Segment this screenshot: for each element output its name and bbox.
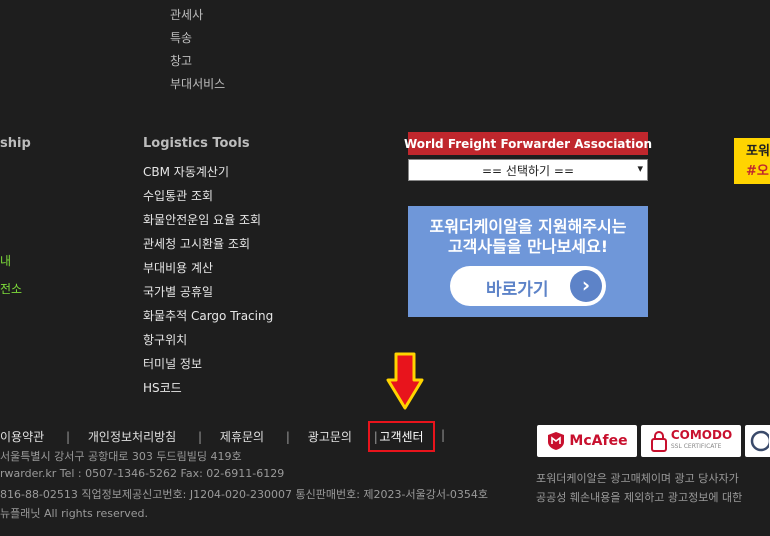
top-link-warehouse[interactable]: 창고 [170, 52, 192, 69]
tool-link-import-clearance[interactable]: 수입통관 조회 [143, 187, 213, 204]
disclaimer-line-2: 공공성 훼손내용을 제외하고 광고정보에 대한 [536, 491, 743, 504]
tool-link-exchange-rate[interactable]: 관세청 고시환율 조회 [143, 235, 250, 252]
footer-separator: | [441, 428, 445, 442]
mcafee-badge[interactable]: McAfee [537, 425, 637, 457]
comodo-badge[interactable]: COMODO SSL CERTIFICATE [641, 425, 741, 457]
logistics-tools-heading: Logistics Tools [143, 136, 250, 151]
footer-separator-glyph: | [441, 428, 446, 442]
tool-link-cargo-tracing[interactable]: 화물추적 Cargo Tracing [143, 307, 273, 324]
partial-column-heading: ship [0, 136, 31, 151]
lock-icon [650, 431, 667, 452]
mcafee-label: McAfee [569, 433, 628, 449]
copyright: 뉴플래닛 All rights reserved. [0, 507, 149, 520]
banner-go-button[interactable]: 바로가기 › [450, 266, 606, 306]
top-link-express[interactable]: 특송 [170, 29, 192, 46]
footer-link-terms[interactable]: 이용약관 [0, 430, 44, 444]
banner-go-label: 바로가기 [486, 280, 549, 300]
mcafee-shield-icon [548, 432, 565, 450]
sponsor-banner[interactable]: 포워더케이알을 지원해주시는 고객사들을 만나보세요! 바로가기 › [408, 206, 648, 317]
partial-link-guide[interactable]: 내 [0, 252, 11, 269]
company-contact: rwarder.kr Tel : 0507-1346-5262 Fax: 02-… [0, 467, 285, 480]
association-select-value: == 선택하기 == [481, 163, 574, 178]
company-address: 서울특별시 강서구 공항대로 303 두드림빌딩 419호 [0, 450, 242, 463]
footer-separator: | [198, 430, 203, 444]
arrow-down-icon [386, 352, 424, 410]
footer-separator: | [285, 430, 290, 444]
association-title: World Freight Forwarder Association [404, 132, 652, 155]
top-link-customs-broker[interactable]: 관세사 [170, 6, 203, 23]
footer-separator: | [66, 430, 71, 444]
tool-link-cbm-calculator[interactable]: CBM 자동계산기 [143, 163, 229, 180]
footer-link-partnership[interactable]: 제휴문의 [220, 430, 264, 444]
tool-link-hs-code[interactable]: HS코드 [143, 379, 182, 396]
chevron-right-icon: › [570, 270, 602, 302]
footer-nav: 이용약관 | 개인정보처리방침 | 제휴문의 | 광고문의 | [0, 428, 378, 445]
top-link-extra-services[interactable]: 부대서비스 [170, 75, 225, 92]
comodo-label: COMODO [670, 428, 733, 442]
footer-link-privacy[interactable]: 개인정보처리방침 [88, 430, 176, 444]
footer-link-ads[interactable]: 광고문의 [308, 430, 352, 444]
association-select[interactable]: == 선택하기 == ▾ [408, 159, 648, 181]
partial-link-center[interactable]: 전소 [0, 280, 22, 297]
banner-line-1: 포워더케이알을 지원해주시는 [429, 217, 627, 236]
tool-link-freight-rate[interactable]: 화물안전운임 요율 조회 [143, 211, 261, 228]
customer-center-link[interactable]: 고객센터 [368, 421, 435, 452]
third-badge[interactable] [745, 425, 770, 457]
disclaimer-line-1: 포워더케이알은 광고매체이며 광고 당사자가 [536, 472, 739, 485]
tool-link-holidays[interactable]: 국가별 공휴일 [143, 283, 213, 300]
promo-line-1: 포워 [746, 144, 770, 159]
seal-icon [750, 430, 769, 452]
tool-link-extra-cost[interactable]: 부대비용 계산 [143, 259, 213, 276]
banner-line-2: 고객사들을 만나보세요! [447, 237, 609, 256]
promo-box[interactable]: 포워 #오 [734, 138, 770, 184]
tool-link-port-location[interactable]: 항구위치 [143, 331, 187, 348]
promo-line-2: #오 [746, 164, 769, 179]
customer-center-label: 고객센터 [379, 430, 424, 444]
company-registration: 816-88-02513 직업정보제공신고번호: J1204-020-23000… [0, 488, 489, 501]
comodo-sub-label: SSL CERTIFICATE [670, 443, 722, 450]
chevron-down-icon: ▾ [637, 162, 643, 175]
tool-link-terminal-info[interactable]: 터미널 정보 [143, 355, 202, 372]
